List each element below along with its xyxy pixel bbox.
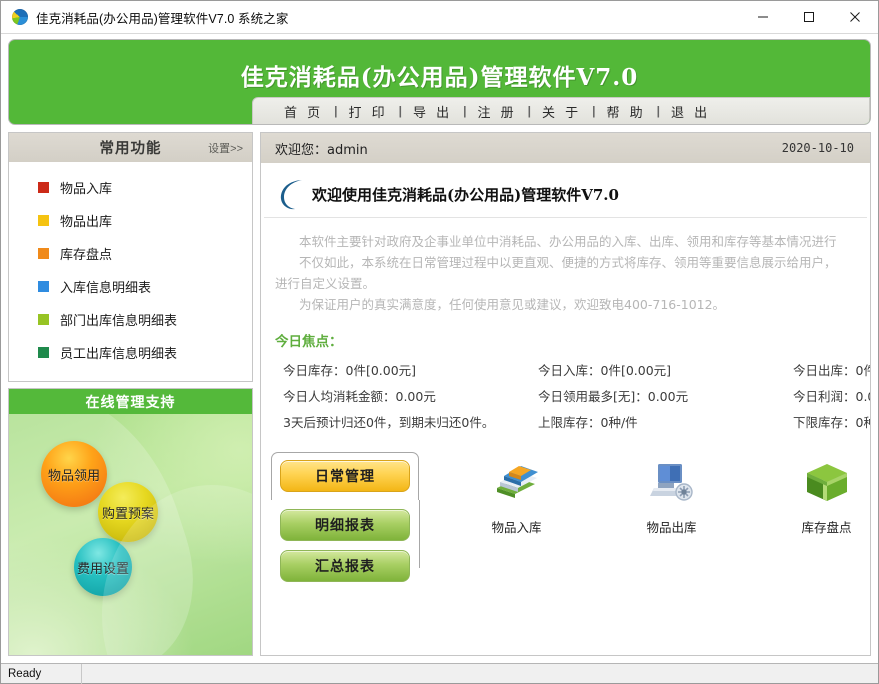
focus-stat: 3天后预计归还0件，到期未归还0件。 <box>283 408 538 434</box>
focus-stat: 上限库存：0种/件 <box>538 408 793 434</box>
body-area: 常用功能 设置>> 物品入库 物品出库 库存盘点 <box>1 125 878 663</box>
sidebar-item-goods-out[interactable]: 物品出库 <box>9 204 252 237</box>
today-focus-title: 今日焦点： <box>275 330 870 350</box>
main-scroll-area: 欢迎使用佳克消耗品(办公用品)管理软件V7.0 本软件主要针对政府及企事业单位中… <box>261 163 870 655</box>
tabs-divider <box>419 500 420 568</box>
menu-item-register[interactable]: 注 册 <box>469 102 526 121</box>
menu-separator: | <box>397 104 404 118</box>
sidebar-item-goods-in[interactable]: 物品入库 <box>9 171 252 204</box>
icon-caption: 物品入库 <box>491 517 541 536</box>
intro-line: 为保证用户的真实满意度，任何使用意见或建议，欢迎致电400-716-1012。 <box>275 294 870 315</box>
icons-area: 物品入库 <box>423 452 870 582</box>
application-window: 佳克消耗品(办公用品)管理软件V7.0 系统之家 佳克消耗品(办公用品)管理软件… <box>0 0 879 684</box>
favorites-settings-link[interactable]: 设置>> <box>208 140 243 156</box>
favorites-title: 常用功能 <box>100 137 162 158</box>
status-divider <box>81 664 82 684</box>
bubble-cost-settings[interactable]: 费用设置 <box>74 538 132 596</box>
maximize-button[interactable] <box>786 1 832 33</box>
sidebar-item-inbound-detail[interactable]: 入库信息明细表 <box>9 270 252 303</box>
sidebar-item-label: 库存盘点 <box>60 244 112 263</box>
square-bullet-icon <box>38 248 49 259</box>
menu-item-export[interactable]: 导 出 <box>404 102 461 121</box>
bubble-goods-requisition[interactable]: 物品领用 <box>41 441 107 507</box>
intro-line: 不仅如此，本系统在日常管理过程中以更直观、便捷的方式将库存、领用等重要信息展示给… <box>275 252 870 273</box>
sidebar-item-label: 物品入库 <box>60 178 112 197</box>
online-support-title: 在线管理支持 <box>9 389 252 414</box>
favorites-list: 物品入库 物品出库 库存盘点 入库信息明细表 <box>9 162 252 369</box>
focus-stat: 今日利润：0.00元 <box>793 382 870 408</box>
title-bar: 佳克消耗品(办公用品)管理软件V7.0 系统之家 <box>1 1 878 34</box>
icon-tile-goods-in[interactable]: 物品入库 <box>439 458 594 582</box>
favorites-panel: 常用功能 设置>> 物品入库 物品出库 库存盘点 <box>8 132 253 382</box>
focus-stat: 今日库存：0件[0.00元] <box>283 356 538 382</box>
brand-title: 佳克消耗品(办公用品)管理软件V7.0 <box>9 58 870 92</box>
bubble-purchase-plan[interactable]: 购置预案 <box>98 482 158 542</box>
menu-separator: | <box>461 104 468 118</box>
sidebar-item-employee-outbound-detail[interactable]: 员工出库信息明细表 <box>9 336 252 369</box>
square-bullet-icon <box>38 347 49 358</box>
status-text: Ready <box>8 668 41 680</box>
menu-item-exit[interactable]: 退 出 <box>662 102 719 121</box>
green-box-icon <box>801 458 853 506</box>
square-bullet-icon <box>38 281 49 292</box>
tab-summary-report[interactable]: 汇总报表 <box>280 550 410 582</box>
sidebar-item-stock-check[interactable]: 库存盘点 <box>9 237 252 270</box>
menu-item-about[interactable]: 关 于 <box>533 102 590 121</box>
tabs-column: 日常管理 明细报表 汇总报表 <box>271 452 423 582</box>
focus-stat: 今日出库：0件[0.00元] <box>793 356 870 382</box>
square-bullet-icon <box>38 314 49 325</box>
square-bullet-icon <box>38 215 49 226</box>
intro-line: 进行自定义设置。 <box>275 273 870 294</box>
window-title: 佳克消耗品(办公用品)管理软件V7.0 系统之家 <box>36 8 288 27</box>
intro-line: 本软件主要针对政府及企事业单位中消耗品、办公用品的入库、出库、领用和库存等基本情… <box>275 231 870 252</box>
close-button[interactable] <box>832 1 878 33</box>
intro-header: 欢迎使用佳克消耗品(办公用品)管理软件V7.0 <box>264 163 867 218</box>
focus-stat: 今日领用最多[无]：0.00元 <box>538 382 793 408</box>
icon-tile-goods-out[interactable]: 物品出库 <box>594 458 749 582</box>
intro-title: 欢迎使用佳克消耗品(办公用品)管理软件V7.0 <box>312 184 619 205</box>
sidebar-item-label: 部门出库信息明细表 <box>60 310 177 329</box>
window-controls <box>740 1 878 33</box>
online-support-panel: 在线管理支持 物品领用 购置预案 费用设置 <box>8 388 253 656</box>
sidebar-item-label: 入库信息明细表 <box>60 277 151 296</box>
menu-separator: | <box>526 104 533 118</box>
square-bullet-icon <box>38 182 49 193</box>
status-bar: Ready <box>1 663 878 683</box>
minimize-button[interactable] <box>740 1 786 33</box>
tab-detail-report[interactable]: 明细报表 <box>280 509 410 541</box>
crescent-logo-icon <box>278 177 306 211</box>
focus-stat: 下限库存：0种/件 <box>793 408 870 434</box>
online-support-canvas: 物品领用 购置预案 费用设置 <box>9 414 252 655</box>
intro-body: 本软件主要针对政府及企事业单位中消耗品、办公用品的入库、出库、领用和库存等基本情… <box>261 218 870 315</box>
today-focus-grid: 今日库存：0件[0.00元] 今日入库：0件[0.00元] 今日出库：0件[0.… <box>261 356 870 434</box>
menu-separator: | <box>590 104 597 118</box>
icon-caption: 物品出库 <box>646 517 696 536</box>
bottom-panel: 日常管理 明细报表 汇总报表 <box>261 452 870 582</box>
tab-daily-management[interactable]: 日常管理 <box>280 460 410 492</box>
menu-item-help[interactable]: 帮 助 <box>598 102 655 121</box>
main-content: 欢迎您：admin 2020-10-10 欢迎使用佳克消耗品(办公用品)管理软件… <box>260 132 871 656</box>
active-tab-frame: 日常管理 <box>271 452 419 500</box>
brand-header: 佳克消耗品(办公用品)管理软件V7.0 首 页 | 打 印 | 导 出 | 注 … <box>8 39 871 125</box>
menu-item-home[interactable]: 首 页 <box>275 102 332 121</box>
sidebar-item-label: 物品出库 <box>60 211 112 230</box>
favorites-header: 常用功能 设置>> <box>9 133 252 162</box>
menu-separator: | <box>655 104 662 118</box>
focus-stat: 今日入库：0件[0.00元] <box>538 356 793 382</box>
globe-icon <box>12 9 28 25</box>
sidebar-item-label: 员工出库信息明细表 <box>60 343 177 362</box>
welcome-user-text: 欢迎您：admin <box>275 139 368 158</box>
main-menu-bar: 首 页 | 打 印 | 导 出 | 注 册 | 关 于 | 帮 助 | 退 出 <box>252 97 870 124</box>
sidebar: 常用功能 设置>> 物品入库 物品出库 库存盘点 <box>8 132 253 656</box>
sidebar-item-dept-outbound-detail[interactable]: 部门出库信息明细表 <box>9 303 252 336</box>
menu-separator: | <box>332 104 339 118</box>
welcome-bar: 欢迎您：admin 2020-10-10 <box>261 133 870 163</box>
computer-icon <box>646 458 698 506</box>
menu-item-print[interactable]: 打 印 <box>340 102 397 121</box>
books-stack-icon <box>491 458 543 506</box>
focus-stat: 今日人均消耗金额：0.00元 <box>283 382 538 408</box>
icon-tile-stock-check[interactable]: 库存盘点 <box>749 458 870 582</box>
icon-caption: 库存盘点 <box>801 517 851 536</box>
current-date: 2020-10-10 <box>782 141 854 155</box>
